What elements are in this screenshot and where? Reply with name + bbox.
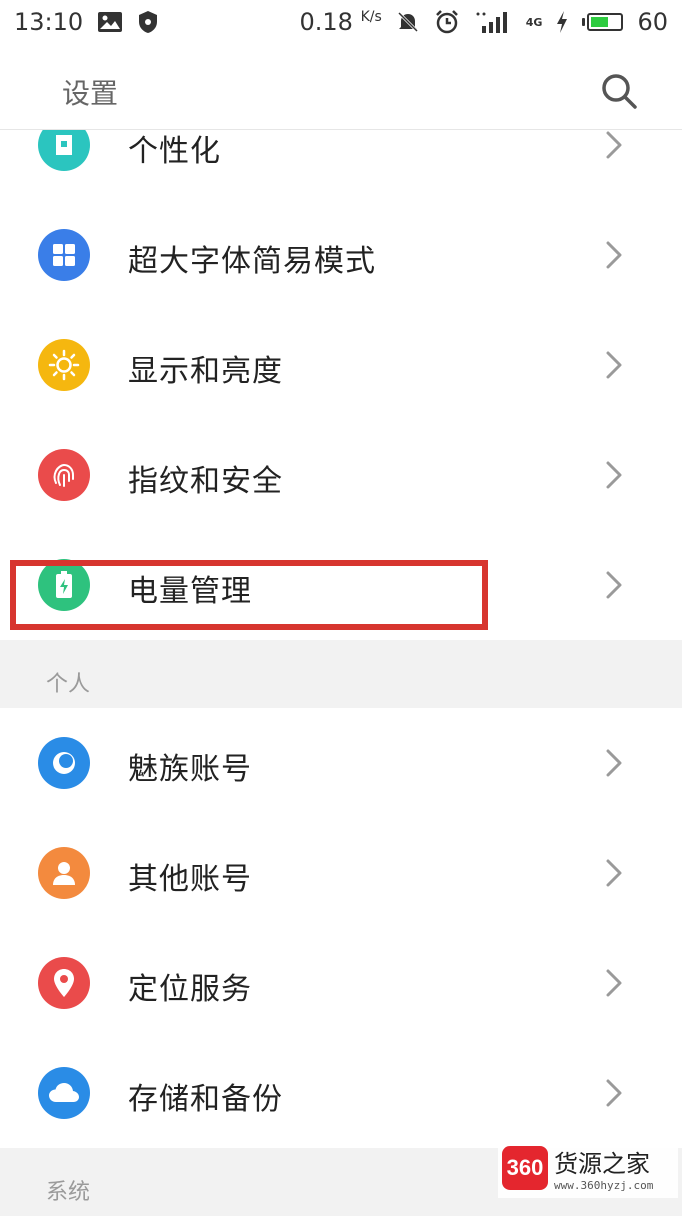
shield-icon	[137, 10, 159, 34]
location-pin-icon	[38, 957, 90, 1009]
search-icon	[602, 74, 637, 109]
settings-item-label: 指纹和安全	[128, 464, 283, 499]
search-button[interactable]	[596, 68, 642, 114]
watermark: 360 货源之家 www.360hyzj.com	[498, 1138, 678, 1198]
settings-item-label: 个性化	[128, 134, 221, 169]
section-header: 个人	[0, 640, 682, 708]
watermark-badge: 360	[502, 1146, 548, 1190]
settings-item-label: 其他账号	[128, 862, 252, 897]
image-notification-icon	[97, 11, 123, 33]
watermark-text: 货源之家 www.360hyzj.com	[554, 1144, 653, 1192]
watermark-title: 货源之家	[554, 1150, 650, 1178]
settings-list: 个性化 超大字体简易模式 显示和亮度 指纹和安全 电量管理 个人 魅族账号 其他账号 定位服务存…	[0, 90, 682, 1216]
meizu-account-icon	[38, 737, 90, 789]
cloud-icon	[38, 1067, 90, 1119]
settings-item-label: 显示和亮度	[128, 354, 283, 389]
highlight-annotation-box	[10, 560, 488, 630]
page-title: 设置	[62, 77, 119, 110]
chevron-right-icon	[602, 130, 626, 160]
fingerprint-icon	[38, 449, 90, 501]
battery-fill	[591, 17, 609, 27]
chevron-right-icon	[602, 968, 626, 998]
watermark-url: www.360hyzj.com	[554, 1179, 654, 1192]
battery-indicator	[582, 13, 624, 31]
status-time: 13:10	[14, 8, 84, 36]
chevron-right-icon	[602, 858, 626, 888]
settings-item[interactable]: 定位服务	[0, 928, 682, 1038]
app-header: 设置	[0, 50, 682, 130]
settings-item[interactable]: 指纹和安全	[0, 420, 682, 530]
settings-item-label: 超大字体简易模式	[128, 244, 376, 279]
chevron-right-icon	[602, 460, 626, 490]
battery-percent: 60	[637, 8, 668, 36]
settings-item[interactable]: 显示和亮度	[0, 310, 682, 420]
chevron-right-icon	[602, 748, 626, 778]
status-bar: 13:10 0.18 K/s 4G 60	[0, 0, 682, 44]
settings-item[interactable]: 魅族账号	[0, 708, 682, 818]
signal-icon	[474, 10, 512, 34]
settings-item[interactable]: 超大字体简易模式	[0, 200, 682, 310]
charging-bolt-icon	[556, 11, 568, 33]
chevron-right-icon	[602, 240, 626, 270]
network-type-icon: 4G	[525, 15, 543, 29]
settings-item-label: 定位服务	[128, 972, 252, 1007]
chevron-right-icon	[602, 350, 626, 380]
settings-item-label: 存储和备份	[128, 1082, 283, 1117]
settings-item-label: 魅族账号	[128, 752, 252, 787]
sun-icon	[38, 339, 90, 391]
settings-item[interactable]: 存储和备份	[0, 1038, 682, 1148]
settings-item[interactable]: 其他账号	[0, 818, 682, 928]
section-header-label: 个人	[46, 672, 91, 697]
status-bar-right: 0.18 K/s 4G 60	[299, 8, 668, 36]
chevron-right-icon	[602, 570, 626, 600]
alarm-icon	[434, 9, 460, 35]
bell-muted-icon	[396, 10, 420, 34]
net-speed: 0.18 K/s	[299, 8, 382, 36]
section-header-label: 系统	[46, 1180, 91, 1205]
status-bar-left: 13:10	[14, 8, 159, 36]
person-icon	[38, 847, 90, 899]
chevron-right-icon	[602, 1078, 626, 1108]
grid-icon	[38, 229, 90, 281]
